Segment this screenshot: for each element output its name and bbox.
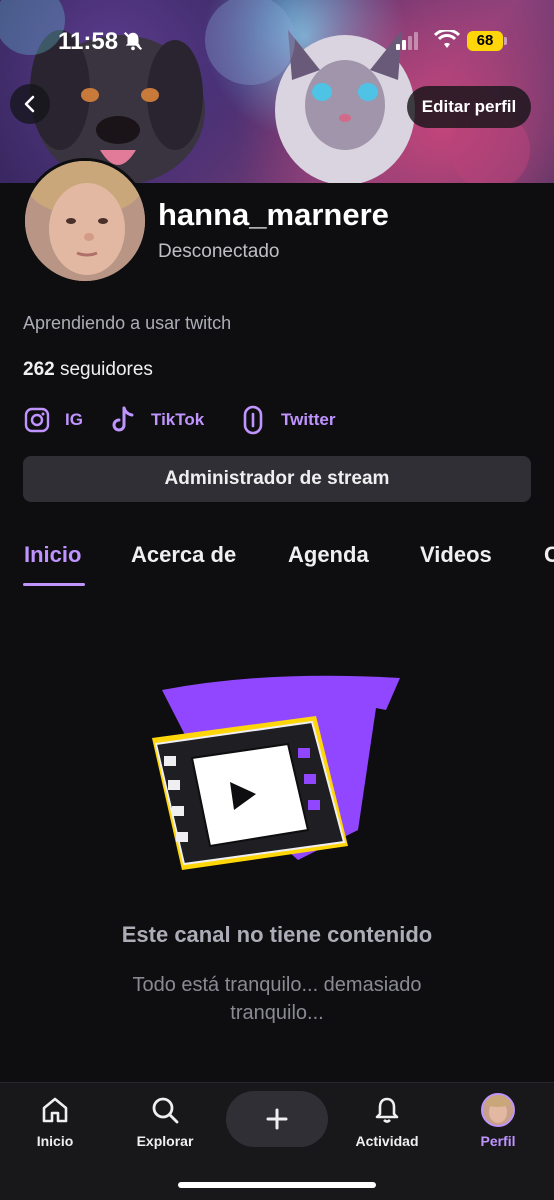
wifi-icon <box>434 30 460 48</box>
nav-label-explorar: Explorar <box>136 1133 194 1149</box>
nav-explorar[interactable]: Explorar <box>120 1093 210 1149</box>
home-indicator[interactable] <box>178 1182 376 1188</box>
tab-videos[interactable]: Videos <box>420 542 492 568</box>
active-tab-indicator <box>23 583 85 586</box>
bell-slash-icon <box>123 31 143 51</box>
plus-icon <box>266 1108 288 1130</box>
social-label-tiktok: TikTok <box>151 410 205 429</box>
instagram-icon <box>23 406 51 434</box>
followers-count[interactable]: 262 seguidores <box>23 359 153 381</box>
nav-actividad[interactable]: Actividad <box>342 1093 432 1149</box>
social-link-instagram[interactable]: IG <box>23 403 83 437</box>
tiktok-icon <box>109 406 137 434</box>
battery-tip <box>504 37 507 45</box>
profile-avatar[interactable] <box>22 158 148 284</box>
search-icon <box>148 1093 182 1127</box>
stream-manager-button[interactable]: Administrador de stream <box>23 456 531 502</box>
empty-state-title: Este canal no tiene contenido <box>121 922 433 947</box>
back-button[interactable] <box>10 84 50 124</box>
nav-perfil[interactable]: Perfil <box>453 1093 543 1149</box>
empty-video-illustration <box>152 675 400 870</box>
nav-label-perfil: Perfil <box>480 1133 516 1149</box>
followers-label: seguidores <box>54 359 153 380</box>
tab-acerca-de[interactable]: Acerca de <box>131 542 236 568</box>
battery-level: 68 <box>467 31 503 51</box>
nav-avatar <box>481 1093 515 1127</box>
social-link-twitter[interactable]: Twitter <box>239 403 335 437</box>
avatar-photo <box>25 161 145 281</box>
tab-inicio[interactable]: Inicio <box>24 542 81 568</box>
social-label-instagram: IG <box>65 410 83 429</box>
nav-inicio[interactable]: Inicio <box>10 1093 100 1149</box>
nav-label-inicio: Inicio <box>36 1133 74 1149</box>
followers-number: 262 <box>23 359 55 380</box>
tab-agenda[interactable]: Agenda <box>288 542 369 568</box>
profile-banner: 11:58 68 Editar perfil <box>0 0 554 183</box>
chevron-left-icon <box>24 95 35 113</box>
social-label-twitter: Twitter <box>281 410 336 429</box>
profile-bio: Aprendiendo a usar twitch <box>23 313 232 333</box>
battery-icon: 68 <box>467 31 507 51</box>
profile-tabs: Inicio Acerca de Agenda Videos C <box>0 530 554 586</box>
empty-state-subtitle: Todo está tranquilo... demasiado tranqui… <box>132 974 422 1024</box>
edit-profile-button[interactable]: Editar perfil <box>407 86 531 128</box>
tab-clips[interactable]: C <box>544 542 554 568</box>
nav-label-actividad: Actividad <box>355 1133 419 1149</box>
link-icon <box>239 405 267 435</box>
status-time: 11:58 <box>58 28 119 55</box>
bell-icon <box>370 1093 404 1127</box>
avatar-icon <box>481 1093 515 1127</box>
status-bar: 11:58 68 <box>0 0 554 84</box>
signal-icon <box>396 32 418 50</box>
create-button[interactable] <box>226 1091 328 1147</box>
profile-status: Desconectado <box>158 241 280 262</box>
home-icon <box>38 1093 72 1127</box>
profile-username: hanna_marnere <box>158 197 389 232</box>
social-link-tiktok[interactable]: TikTok <box>109 403 204 437</box>
